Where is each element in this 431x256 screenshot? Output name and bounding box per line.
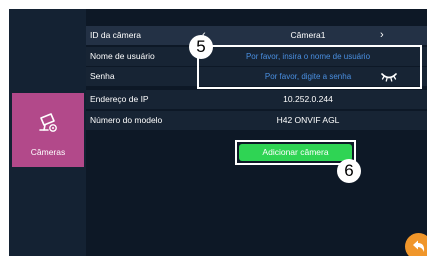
ip-address-value[interactable]: 10.252.0.244 <box>194 90 422 109</box>
back-button[interactable] <box>405 233 427 256</box>
model-number-row: Número do modelo H42 ONVIF AGL <box>86 111 427 130</box>
ip-address-row: Endereço de IP 10.252.0.244 <box>86 90 427 109</box>
ip-address-label: Endereço de IP <box>90 94 149 104</box>
password-label: Senha <box>90 71 115 81</box>
callout-number-5: 5 <box>189 35 213 59</box>
sidebar: Câmeras <box>9 9 86 256</box>
back-arrow-icon <box>413 240 425 252</box>
chevron-right-icon[interactable]: › <box>380 26 384 45</box>
camera-id-value: Câmera1 <box>290 30 326 40</box>
callout-number-6: 6 <box>337 159 361 183</box>
camera-id-label: ID da câmera <box>90 30 142 40</box>
camera-id-row[interactable]: ID da câmera ‹ Câmera1 › <box>86 26 427 45</box>
add-camera-button[interactable]: Adicionar câmera <box>239 144 352 161</box>
camera-settings-icon <box>39 113 57 132</box>
model-number-label: Número do modelo <box>90 115 163 125</box>
cameras-tile-label: Câmeras <box>30 147 66 157</box>
username-label: Nome de usuário <box>90 51 155 61</box>
model-number-value[interactable]: H42 ONVIF AGL <box>194 111 422 130</box>
camera-settings-screen: Câmeras ID da câmera ‹ Câmera1 › Nome de… <box>9 9 427 256</box>
callout-box-credentials <box>197 45 422 89</box>
cameras-tile[interactable]: Câmeras <box>12 93 84 167</box>
